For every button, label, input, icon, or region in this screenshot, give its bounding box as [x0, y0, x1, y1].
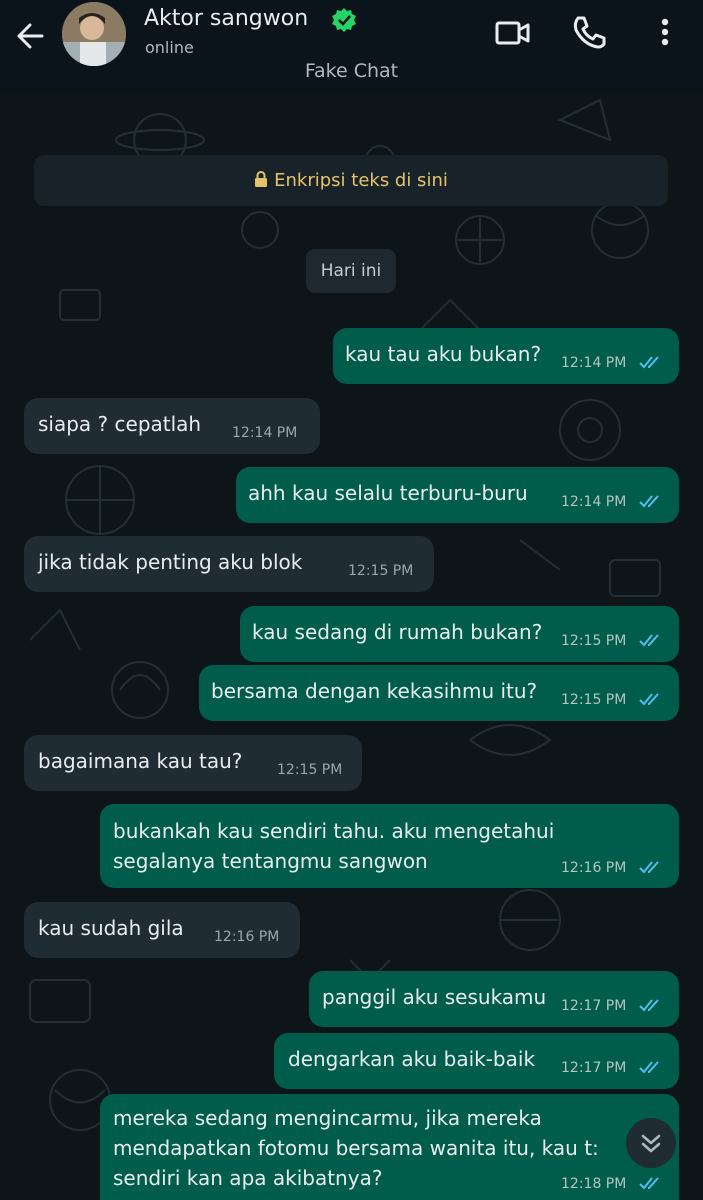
message-time: 12:17 PM [561, 1060, 627, 1076]
message-time: 12:16 PM [561, 860, 627, 876]
message-time: 12:15 PM [277, 762, 343, 778]
encryption-banner[interactable]: Enkripsi teks di sini [34, 155, 668, 206]
message-text: kau sedang di rumah bukan? [252, 620, 543, 644]
more-vert-icon[interactable] [650, 12, 680, 54]
message-bubble-incoming[interactable]: siapa ? cepatlah 12:14 PM [24, 398, 320, 454]
message-bubble-outgoing[interactable]: mereka sedang mengincarmu, jika mereka m… [100, 1094, 679, 1200]
message-bubble-outgoing[interactable]: dengarkan aku baik-baik 12:17 PM [274, 1033, 679, 1089]
read-receipt-icon [639, 634, 659, 647]
message-bubble-outgoing[interactable]: ahh kau selalu terburu-buru 12:14 PM [236, 467, 679, 523]
message-bubble-outgoing[interactable]: kau tau aku bukan? 12:14 PM [333, 328, 679, 384]
message-time: 12:18 PM [561, 1176, 627, 1192]
date-chip: Hari ini [306, 249, 396, 293]
read-receipt-icon [639, 495, 659, 508]
message-time: 12:15 PM [561, 692, 627, 708]
lock-icon [254, 156, 268, 207]
message-bubble-outgoing[interactable]: kau sedang di rumah bukan? 12:15 PM [240, 606, 679, 662]
message-time: 12:15 PM [561, 633, 627, 649]
message-bubble-outgoing[interactable]: panggil aku sesukamu 12:17 PM [309, 971, 679, 1027]
read-receipt-icon [639, 1061, 659, 1074]
read-receipt-icon [639, 356, 659, 369]
message-bubble-incoming[interactable]: bagaimana kau tau? 12:15 PM [24, 735, 362, 791]
contact-name[interactable]: Aktor sangwon [144, 6, 308, 31]
read-receipt-icon [639, 999, 659, 1012]
message-text: jika tidak penting aku blok [38, 550, 303, 574]
message-bubble-incoming[interactable]: kau sudah gila 12:16 PM [24, 902, 300, 958]
message-text: ahh kau selalu terburu-buru [248, 481, 528, 505]
encryption-text: Enkripsi teks di sini [274, 170, 448, 191]
message-text: dengarkan aku baik-baik [288, 1047, 536, 1071]
message-time: 12:14 PM [561, 355, 627, 371]
message-bubble-incoming[interactable]: jika tidak penting aku blok 12:15 PM [24, 536, 434, 592]
avatar-photo [62, 2, 126, 66]
video-call-icon[interactable] [492, 12, 534, 54]
message-text: kau tau aku bukan? [345, 342, 542, 366]
message-text: bagaimana kau tau? [38, 749, 243, 773]
avatar[interactable] [62, 2, 126, 66]
chat-subtitle: Fake Chat [304, 60, 399, 82]
read-receipt-icon [639, 693, 659, 706]
message-time: 12:14 PM [561, 494, 627, 510]
message-time: 12:16 PM [214, 929, 280, 945]
verified-badge-icon [332, 8, 356, 32]
chat-header: Aktor sangwon online Fake Chat [0, 0, 703, 92]
scroll-to-bottom-button[interactable] [626, 1118, 676, 1168]
message-text: panggil aku sesukamu [322, 985, 547, 1009]
message-bubble-outgoing[interactable]: bersama dengan kekasihmu itu? 12:15 PM [199, 665, 679, 721]
message-bubble-outgoing[interactable]: bukankah kau sendiri tahu. aku mengetahu… [100, 804, 679, 888]
read-receipt-icon [639, 1177, 659, 1190]
message-text: bukankah kau sendiri tahu. aku mengetahu… [113, 819, 555, 873]
phone-call-icon[interactable] [568, 12, 610, 54]
back-arrow-icon[interactable] [12, 18, 48, 54]
message-time: 12:14 PM [232, 425, 298, 441]
read-receipt-icon [639, 861, 659, 874]
message-text: kau sudah gila [38, 916, 184, 940]
message-time: 12:17 PM [561, 998, 627, 1014]
message-text: mereka sedang mengincarmu, jika mereka m… [113, 1106, 599, 1190]
double-chevron-down-icon [641, 1134, 661, 1153]
message-time: 12:15 PM [348, 563, 414, 579]
contact-status: online [145, 38, 194, 57]
message-text: bersama dengan kekasihmu itu? [211, 679, 538, 703]
message-text: siapa ? cepatlah [38, 412, 202, 436]
